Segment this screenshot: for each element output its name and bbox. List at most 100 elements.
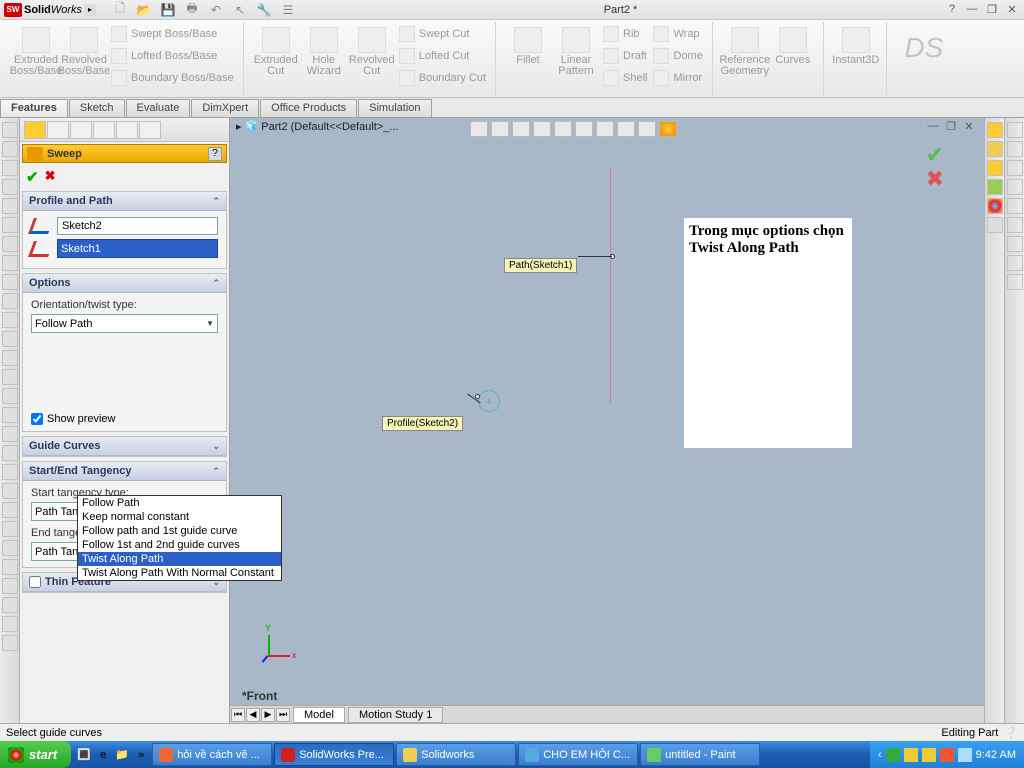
extruded-cut-button[interactable]: Extruded Cut [252, 23, 300, 89]
ltb-icon-5[interactable] [2, 198, 18, 214]
flyout-tree[interactable]: ▸ 🧊 Part2 (Default<<Default>_... [236, 120, 399, 133]
ltb-icon-18[interactable] [2, 445, 18, 461]
view-orient-icon[interactable] [554, 121, 572, 137]
tab-nav-next-icon[interactable]: ▶ [261, 708, 275, 722]
orientation-select[interactable]: Follow Path▼ [31, 314, 218, 333]
main-menu-dropdown[interactable]: ▸ [84, 4, 96, 16]
taskbar-item[interactable]: SolidWorks Pre... [274, 743, 394, 766]
save-icon[interactable]: 💾 [159, 2, 177, 18]
ltb-icon-28[interactable] [2, 635, 18, 651]
pm-section-header[interactable]: Options⌃ [23, 274, 226, 293]
taskbar-item[interactable]: hỏi về cách vẽ ... [152, 743, 272, 766]
path-field[interactable]: Sketch1 [57, 239, 218, 258]
ltb-icon-26[interactable] [2, 597, 18, 613]
ltb-icon-16[interactable] [2, 407, 18, 423]
property-manager-tab-icon[interactable] [47, 121, 69, 139]
mdi-minimize-icon[interactable]: — [926, 120, 940, 134]
rtb-icon[interactable] [1007, 141, 1023, 157]
mdi-restore-icon[interactable]: ❐ [944, 120, 958, 134]
reference-geometry-button[interactable]: Reference Geometry [721, 23, 769, 77]
ltb-icon-17[interactable] [2, 426, 18, 442]
close-icon[interactable]: ✕ [1004, 3, 1020, 17]
appearance-icon[interactable] [659, 121, 677, 137]
ltb-icon-23[interactable] [2, 540, 18, 556]
rtb-icon[interactable] [1007, 255, 1023, 271]
rtb-icon[interactable] [1007, 236, 1023, 252]
pm-section-header[interactable]: Profile and Path⌃ [23, 192, 226, 211]
tab-nav-last-icon[interactable]: ⏭ [276, 708, 290, 722]
appearances-icon[interactable] [987, 198, 1003, 214]
ltb-icon-8[interactable] [2, 255, 18, 271]
tab-sketch[interactable]: Sketch [69, 99, 125, 117]
tab-features[interactable]: Features [0, 99, 68, 117]
rebuild-icon[interactable]: 🔧 [255, 2, 273, 18]
feature-manager-tab-icon[interactable] [24, 121, 46, 139]
ltb-icon-9[interactable] [2, 274, 18, 290]
clock[interactable]: 9:42 AM [976, 749, 1016, 761]
ltb-icon-13[interactable] [2, 350, 18, 366]
boundary-boss-button[interactable]: Boundary Boss/Base [108, 67, 237, 89]
rtb-icon[interactable] [1007, 160, 1023, 176]
ltb-icon-20[interactable] [2, 483, 18, 499]
rtb-icon[interactable] [1007, 198, 1023, 214]
hole-wizard-button[interactable]: Hole Wizard [300, 23, 348, 89]
rtb-icon[interactable] [1007, 274, 1023, 290]
dome-button[interactable]: Dome [650, 45, 705, 67]
shell-button[interactable]: Shell [600, 67, 650, 89]
extra-manager-tab-icon[interactable] [139, 121, 161, 139]
ltb-icon-27[interactable] [2, 616, 18, 632]
options-icon[interactable]: ☰ [279, 2, 297, 18]
instant3d-button[interactable]: Instant3D [832, 23, 880, 66]
linear-pattern-button[interactable]: Linear Pattern [552, 23, 600, 89]
thin-feature-checkbox[interactable] [29, 576, 41, 588]
tray-icon[interactable] [940, 748, 954, 762]
graphics-viewport[interactable]: ▸ 🧊 Part2 (Default<<Default>_... —❐✕ ✔ ✖… [230, 118, 984, 723]
ltb-icon-11[interactable] [2, 312, 18, 328]
ltb-icon-14[interactable] [2, 369, 18, 385]
wrap-button[interactable]: Wrap [650, 23, 705, 45]
file-explorer-icon[interactable] [987, 160, 1003, 176]
ltb-icon-3[interactable] [2, 160, 18, 176]
ltb-icon-25[interactable] [2, 578, 18, 594]
dropdown-item[interactable]: Twist Along Path With Normal Constant [78, 566, 281, 580]
tray-volume-icon[interactable] [958, 748, 972, 762]
pm-help-icon[interactable]: ? [208, 147, 222, 161]
show-preview-checkbox[interactable]: Show preview [31, 413, 218, 425]
ltb-icon-10[interactable] [2, 293, 18, 309]
start-button[interactable]: start [0, 741, 71, 768]
ltb-icon-22[interactable] [2, 521, 18, 537]
dropdown-item[interactable]: Follow Path [78, 496, 281, 510]
select-icon[interactable]: ↖ [231, 2, 249, 18]
motion-study-tab[interactable]: Motion Study 1 [348, 707, 443, 723]
revolved-cut-button[interactable]: Revolved Cut [348, 23, 396, 89]
new-icon[interactable]: 🗋 [111, 2, 129, 18]
tray-icon[interactable] [922, 748, 936, 762]
curves-button[interactable]: Curves [769, 23, 817, 77]
tray-icon[interactable] [904, 748, 918, 762]
ie-icon[interactable]: e [94, 745, 112, 765]
home-icon[interactable] [987, 122, 1003, 138]
dropdown-item-selected[interactable]: Twist Along Path [78, 552, 281, 566]
ltb-icon-19[interactable] [2, 464, 18, 480]
profile-field[interactable]: Sketch2 [57, 217, 218, 235]
extruded-boss-button[interactable]: Extruded Boss/Base [12, 23, 60, 89]
zoom-area-icon[interactable] [491, 121, 509, 137]
zoom-fit-icon[interactable] [470, 121, 488, 137]
rtb-icon[interactable] [1007, 179, 1023, 195]
view-palette-icon[interactable] [987, 179, 1003, 195]
ql-overflow-icon[interactable]: » [132, 745, 150, 765]
display-manager-tab-icon[interactable] [116, 121, 138, 139]
tab-simulation[interactable]: Simulation [358, 99, 431, 117]
section-view-icon[interactable] [533, 121, 551, 137]
tab-nav-first-icon[interactable]: ⏮ [231, 708, 245, 722]
fillet-button[interactable]: Fillet [504, 23, 552, 89]
custom-props-icon[interactable] [987, 217, 1003, 233]
swept-boss-button[interactable]: Swept Boss/Base [108, 23, 237, 45]
ltb-icon-7[interactable] [2, 236, 18, 252]
ltb-icon-24[interactable] [2, 559, 18, 575]
accept-icon[interactable]: ✔ [926, 142, 944, 168]
boundary-cut-button[interactable]: Boundary Cut [396, 67, 489, 89]
pm-section-header[interactable]: Guide Curves⌄ [23, 437, 226, 456]
open-icon[interactable]: 📂 [135, 2, 153, 18]
pm-ok-icon[interactable]: ✔ [26, 168, 39, 186]
